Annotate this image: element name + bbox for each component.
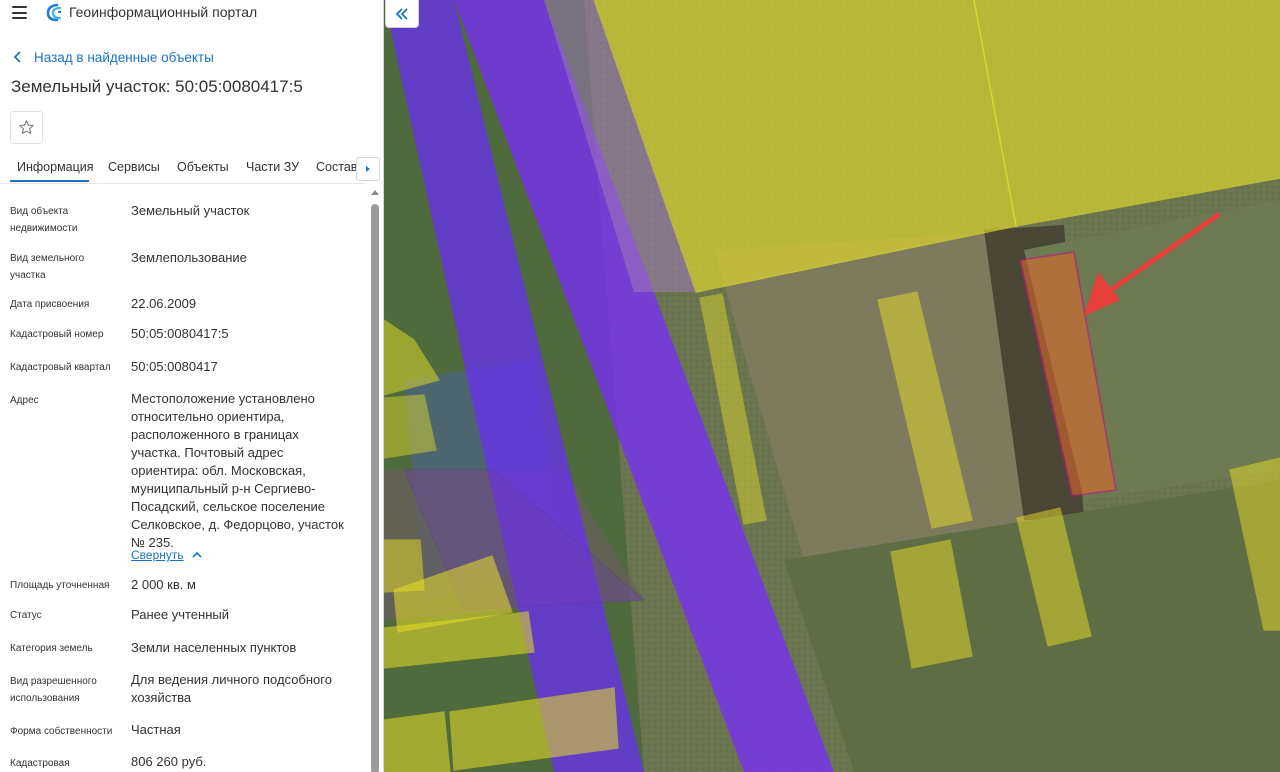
property-label: Адрес [10, 395, 39, 406]
property-label: Вид земельного участка [10, 253, 85, 281]
properties-list: Вид объекта недвижимости Земельный участо… [0, 0, 368, 772]
property-value: 2 000 кв. м [131, 577, 196, 592]
property-value: 22.06.2009 [131, 296, 197, 311]
map-view[interactable] [384, 0, 1280, 772]
chevron-up-icon [192, 551, 202, 558]
property-label: Кадастровая [10, 758, 70, 769]
satellite-map[interactable] [384, 0, 1280, 772]
property-value: Частная [131, 722, 181, 737]
double-chevron-left-icon [395, 7, 408, 20]
property-label: Статус [10, 610, 42, 621]
property-value: Ранее учтенный [131, 607, 229, 622]
address-value: Местоположение установлено относительно … [131, 391, 344, 550]
property-label: Дата присвоения [10, 299, 90, 310]
property-label: Вид разрешенного использования [10, 676, 97, 704]
info-panel: Геоинформационный портал Назад в найденн… [0, 0, 384, 772]
scrollbar-thumb[interactable] [371, 204, 379, 772]
property-label: Площадь уточненная [10, 580, 110, 591]
property-value: 50:05:0080417 [131, 359, 218, 374]
property-label: Кадастровый квартал [10, 362, 111, 373]
collapse-label: Свернуть [131, 548, 184, 562]
property-label: Кадастровый номер [10, 329, 104, 340]
property-value: Землепользование [131, 250, 247, 265]
collapse-panel-button[interactable] [385, 0, 419, 28]
property-value: 50:05:0080417:5 [131, 326, 229, 341]
property-value: Земельный участок [131, 203, 250, 218]
property-label: Форма собственности [10, 726, 113, 737]
property-value: Земли населенных пунктов [131, 640, 297, 655]
property-value: 806 260 руб. [131, 754, 207, 769]
scroll-up-arrow-icon[interactable] [370, 188, 380, 198]
collapse-address-link[interactable]: Свернуть [131, 548, 202, 562]
property-value: Для ведения личного подсобного хозяйства [131, 672, 332, 705]
property-label: Вид объекта недвижимости [10, 206, 78, 234]
property-label: Категория земель [10, 643, 93, 654]
scrollbar[interactable] [370, 188, 380, 772]
